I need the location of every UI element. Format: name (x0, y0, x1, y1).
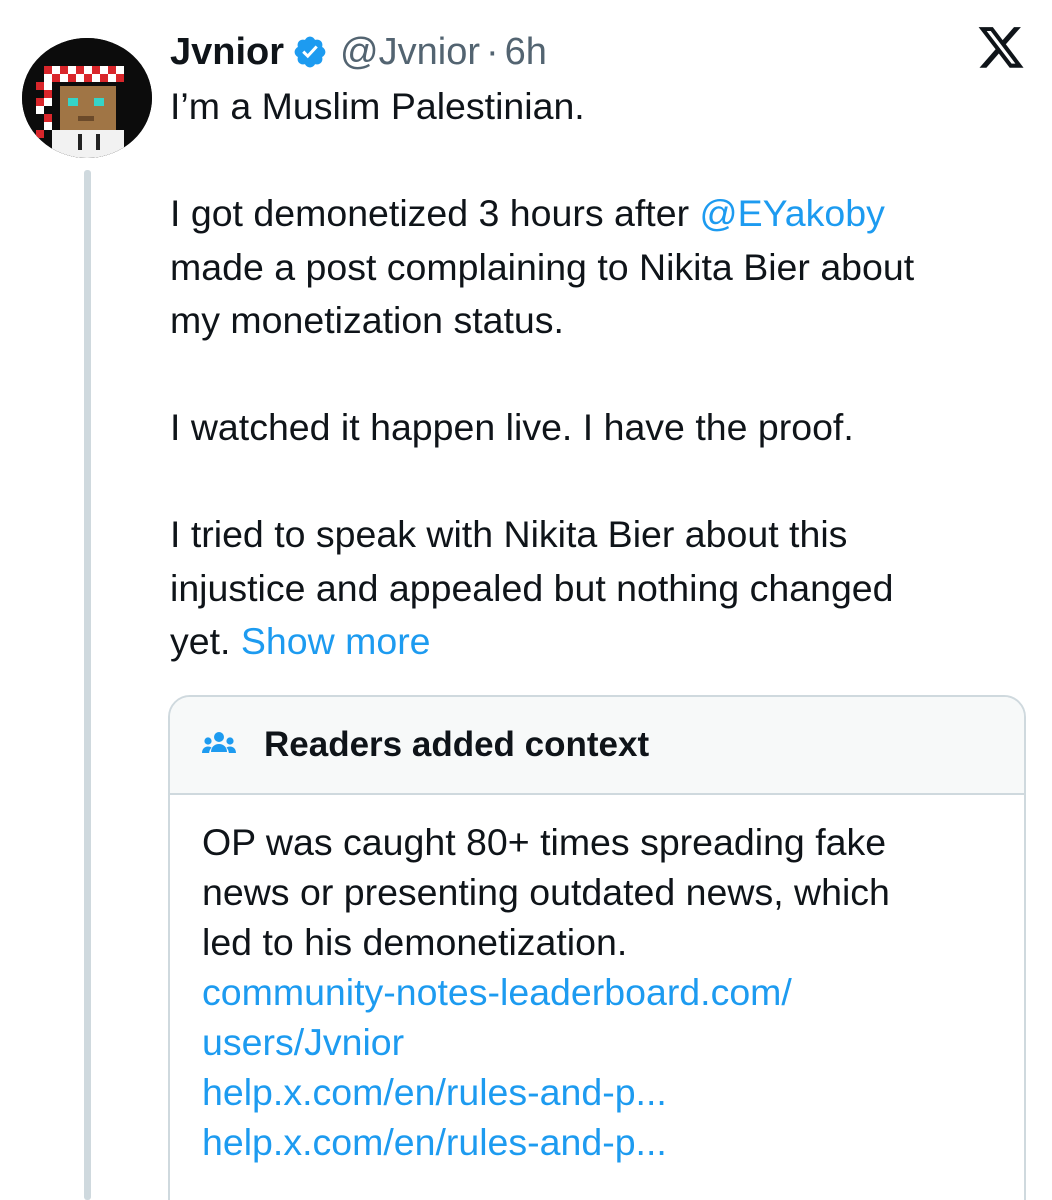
author-name[interactable]: Jvnior (170, 31, 284, 74)
note-source-link-3[interactable]: help.x.com/en/rules-and-p... (202, 1117, 992, 1167)
tweet-paragraph-3: I watched it happen live. I have the pro… (170, 406, 854, 448)
author-handle[interactable]: @Jvnior (340, 31, 480, 74)
tweet-header: Jvnior @Jvnior · 6h (170, 26, 547, 78)
tweet-paragraph-2-line-3: my monetization status. (170, 299, 564, 341)
community-note-body: OP was caught 80+ times spreading fake n… (170, 795, 1024, 1167)
tweet-paragraph-4-line-2: injustice and appealed but nothing chang… (170, 566, 894, 609)
community-note-card: Readers added context OP was caught 80+ … (168, 695, 1026, 1200)
tweet-paragraph-1: I’m a Muslim Palestinian. (170, 85, 585, 127)
tweet-paragraph-4-line-1: I tried to speak with Nikita Bier about … (170, 513, 848, 555)
community-note-header[interactable]: Readers added context (170, 697, 1024, 795)
thread-connector-line (84, 170, 91, 1200)
community-note-title: Readers added context (264, 725, 650, 764)
people-group-icon (202, 730, 236, 760)
tweet-text-span: I got demonetized 3 hours after (170, 192, 700, 234)
tweet-paragraph-4-line-3: yet. Show more (170, 615, 1030, 669)
mention-link[interactable]: @EYakoby (700, 192, 885, 234)
avatar-image (22, 38, 152, 158)
note-text-line: led to his demonetization. (202, 921, 628, 963)
avatar[interactable] (22, 38, 152, 158)
x-logo-icon[interactable] (976, 27, 1026, 73)
verified-badge-icon (292, 34, 328, 70)
note-text-line: OP was caught 80+ times spreading fake (202, 821, 887, 863)
tweet-paragraph-2: I got demonetized 3 hours after @EYakoby (170, 187, 1030, 241)
timestamp[interactable]: 6h (505, 31, 547, 74)
tweet-text: I’m a Muslim Palestinian. I got demoneti… (170, 80, 1030, 669)
show-more-link[interactable]: Show more (241, 620, 431, 662)
separator-dot: · (486, 30, 499, 73)
tweet-paragraph-2-line-2: made a post complaining to Nikita Bier a… (170, 245, 915, 288)
note-source-link-2[interactable]: help.x.com/en/rules-and-p... (202, 1067, 992, 1117)
note-source-link-1-cont[interactable]: users/Jvnior (202, 1017, 992, 1067)
note-source-link-1[interactable]: community-notes-leaderboard.com/ (202, 967, 992, 1017)
tweet-text-span: yet. (170, 620, 241, 662)
note-text-line: news or presenting outdated news, which (202, 871, 890, 913)
